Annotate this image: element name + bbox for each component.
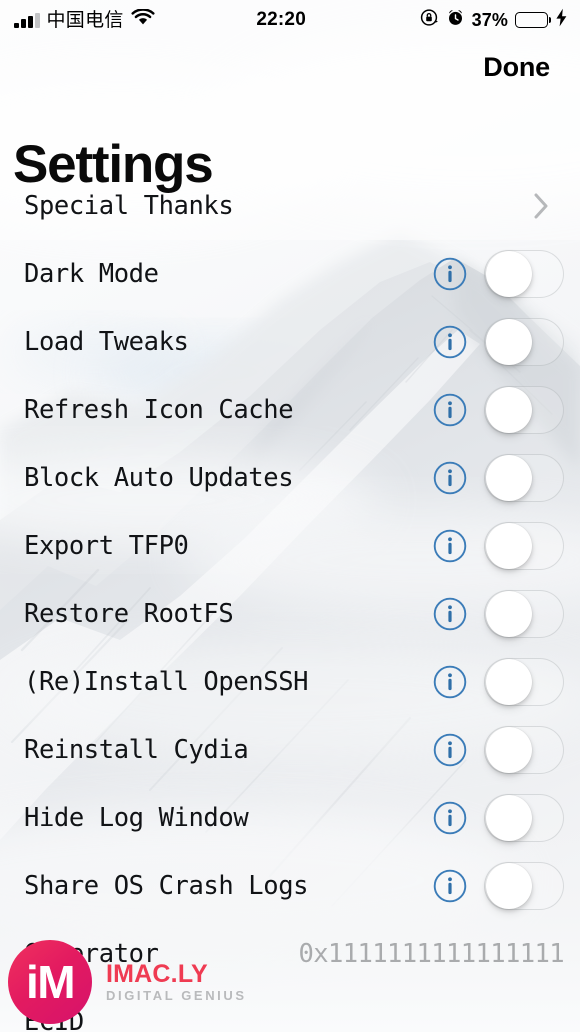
row-label: Dark Mode	[24, 259, 159, 289]
toggle-switch[interactable]	[484, 590, 564, 638]
row-label: Special Thanks	[24, 191, 234, 221]
toggle-switch[interactable]	[484, 454, 564, 502]
watermark-subtitle: DIGITAL GENIUS	[106, 987, 247, 1003]
toggle-knob	[486, 251, 532, 297]
row-label: Reinstall Cydia	[24, 735, 249, 765]
info-icon[interactable]	[433, 529, 467, 563]
carrier-label: 中国电信	[46, 8, 124, 31]
toggle-knob	[486, 863, 532, 909]
row-label: Share OS Crash Logs	[24, 871, 309, 901]
info-icon[interactable]	[433, 393, 467, 427]
info-icon[interactable]	[433, 597, 467, 631]
phone-screen: 中国电信 22:20 37% Done Settings Special Tha…	[0, 0, 580, 1032]
done-button[interactable]: Done	[475, 48, 558, 87]
toggle-knob	[486, 795, 532, 841]
status-bar: 中国电信 22:20 37%	[0, 0, 580, 40]
settings-list: Special Thanks Dark Mode Load Tweaks Ref…	[0, 172, 580, 1032]
toggle-switch[interactable]	[484, 522, 564, 570]
signal-bars-icon	[14, 12, 40, 28]
chevron-right-icon	[534, 193, 549, 219]
imacly-watermark: iM IMAC.LY DIGITAL GENIUS	[8, 940, 247, 1024]
info-icon[interactable]	[433, 665, 467, 699]
watermark-text-block: IMAC.LY DIGITAL GENIUS	[106, 960, 247, 1004]
info-icon[interactable]	[433, 869, 467, 903]
status-bar-left: 中国电信	[0, 8, 155, 31]
toggle-knob	[486, 659, 532, 705]
settings-row-reinstall-cydia[interactable]: Reinstall Cydia	[0, 716, 580, 784]
toggle-knob	[486, 319, 532, 365]
settings-row-hide-log-window[interactable]: Hide Log Window	[0, 784, 580, 852]
toggle-switch[interactable]	[484, 862, 564, 910]
row-label: Load Tweaks	[24, 327, 189, 357]
toggle-switch[interactable]	[484, 658, 564, 706]
rotation-lock-icon	[420, 8, 439, 32]
info-icon[interactable]	[433, 461, 467, 495]
toggle-switch[interactable]	[484, 318, 564, 366]
settings-row-export-tfp0[interactable]: Export TFP0	[0, 512, 580, 580]
row-label: (Re)Install OpenSSH	[24, 667, 309, 697]
settings-row-block-auto-updates[interactable]: Block Auto Updates	[0, 444, 580, 512]
status-bar-right: 37%	[420, 8, 580, 32]
toggle-switch[interactable]	[484, 726, 564, 774]
toggle-switch[interactable]	[484, 794, 564, 842]
battery-percent-label: 37%	[471, 9, 508, 30]
settings-row-load-tweaks[interactable]: Load Tweaks	[0, 308, 580, 376]
settings-row-share-os-crash-logs[interactable]: Share OS Crash Logs	[0, 852, 580, 920]
toggle-knob	[486, 523, 532, 569]
settings-row-special-thanks[interactable]: Special Thanks	[0, 172, 580, 240]
toggle-knob	[486, 591, 532, 637]
settings-row-dark-mode[interactable]: Dark Mode	[0, 240, 580, 308]
settings-row-reinstall-openssh[interactable]: (Re)Install OpenSSH	[0, 648, 580, 716]
toggle-knob	[486, 455, 532, 501]
generator-value: 0x1111111111111111	[298, 939, 564, 969]
row-label: Restore RootFS	[24, 599, 234, 629]
status-bar-time: 22:20	[256, 9, 306, 30]
battery-icon	[515, 12, 548, 28]
row-label: Hide Log Window	[24, 803, 249, 833]
toggle-switch[interactable]	[484, 250, 564, 298]
info-icon[interactable]	[433, 733, 467, 767]
info-icon[interactable]	[433, 325, 467, 359]
toggle-knob	[486, 387, 532, 433]
row-label: Refresh Icon Cache	[24, 395, 294, 425]
watermark-title: IMAC.LY	[106, 960, 208, 989]
settings-row-refresh-icon-cache[interactable]: Refresh Icon Cache	[0, 376, 580, 444]
toggle-knob	[486, 727, 532, 773]
imacly-logo-badge: iM	[8, 940, 92, 1024]
alarm-clock-icon	[446, 8, 465, 32]
charging-bolt-icon	[555, 8, 568, 32]
settings-row-restore-rootfs[interactable]: Restore RootFS	[0, 580, 580, 648]
info-icon[interactable]	[433, 257, 467, 291]
row-label: Export TFP0	[24, 531, 189, 561]
info-icon[interactable]	[433, 801, 467, 835]
row-label: Block Auto Updates	[24, 463, 294, 493]
toggle-switch[interactable]	[484, 386, 564, 434]
